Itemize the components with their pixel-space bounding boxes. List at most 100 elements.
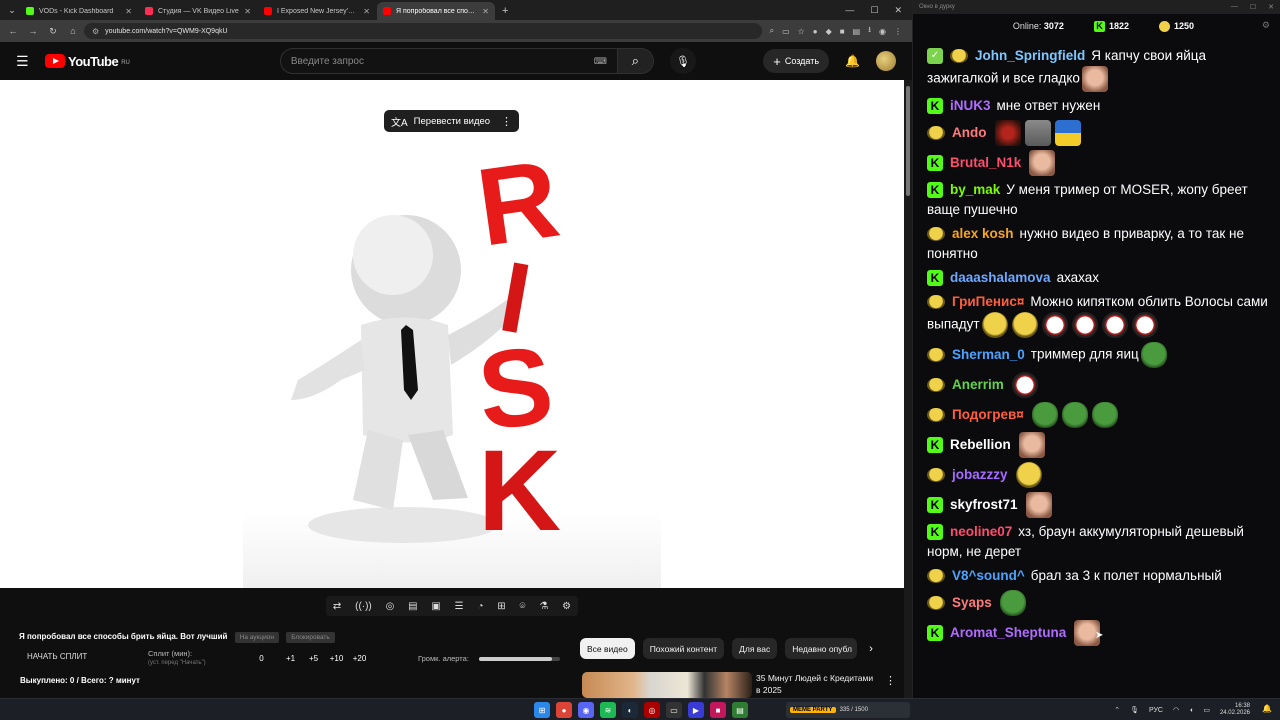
close-window-icon[interactable]: ✕ (894, 5, 902, 16)
chip-recent[interactable]: Недавно опубл (785, 638, 858, 659)
recommendation-item[interactable]: 35 Минут Людей с Кредитами в 2025 (582, 672, 876, 698)
extension-icon-3[interactable]: ■ (840, 27, 845, 36)
zoom-icon[interactable]: ⌕ (770, 26, 774, 36)
new-tab-button[interactable]: + (496, 2, 514, 20)
spotify-icon[interactable]: ≋ (600, 702, 616, 718)
meme-party-widget[interactable]: MEME PARTY 335 / 1500 (786, 702, 910, 718)
browser-tab[interactable]: Студия — VK Видео Live ✕ (139, 2, 257, 20)
tab-close-icon[interactable]: ✕ (363, 7, 370, 16)
page-scrollbar[interactable] (904, 80, 912, 698)
split-add-10-button[interactable]: +10 (325, 654, 348, 663)
chat-username[interactable]: Sherman_0 (952, 347, 1025, 362)
download-icon[interactable]: ⭳ (868, 24, 871, 38)
more-options-icon[interactable]: ⋮ (501, 115, 512, 128)
subtitles-icon[interactable]: ☰ (455, 601, 464, 612)
start-split-button[interactable]: НАЧАТЬ СПЛИТ (27, 652, 87, 661)
visibility-icon[interactable]: ◎ (386, 601, 395, 612)
recommendation-thumbnail[interactable] (582, 672, 752, 698)
wifi-icon[interactable]: ◠ (1173, 706, 1179, 714)
home-icon[interactable]: ⌂ (64, 22, 82, 40)
steam-icon[interactable]: ◐ (622, 702, 638, 718)
pink-app-icon[interactable]: ■ (710, 702, 726, 718)
recommendation-title[interactable]: 35 Минут Людей с Кредитами в 2025 (756, 672, 876, 698)
chat-username[interactable]: Ando (952, 125, 987, 140)
reload-icon[interactable]: ↻ (44, 22, 62, 40)
chat-username[interactable]: iNUK3 (950, 98, 991, 113)
chip-for-you[interactable]: Для вас (732, 638, 778, 659)
chat-username[interactable]: Rebellion (950, 437, 1011, 452)
browser-tab[interactable]: Я попробовал все способ ✕ (377, 2, 495, 20)
browser-tab[interactable]: I Exposed New Jersey's Jewish ✕ (258, 2, 376, 20)
chat-settings-icon[interactable]: ⚙ (1262, 20, 1270, 31)
chat-username[interactable]: daaashalamova (950, 270, 1051, 285)
chip-all-videos[interactable]: Все видео (580, 638, 635, 659)
chat-username[interactable]: ГриПенис¤ (952, 294, 1024, 309)
chat-username[interactable]: Подогрев¤ (952, 407, 1024, 422)
battery-icon[interactable]: ▭ (1203, 706, 1210, 714)
microphone-icon[interactable]: 🎙 (669, 48, 696, 74)
tab-close-icon[interactable]: ✕ (244, 7, 251, 16)
maximize-icon[interactable]: ☐ (870, 5, 878, 16)
split-add-5-button[interactable]: +5 (302, 654, 325, 663)
menu-dots-icon[interactable]: ⋮ (894, 27, 902, 36)
windows-start-icon[interactable]: ⊞ (534, 702, 550, 718)
tray-chevron-icon[interactable]: ⌃ (1114, 706, 1120, 714)
notifications-bell-icon[interactable]: 🔔 (845, 54, 860, 68)
chat-minimize-icon[interactable]: — (1231, 3, 1238, 11)
back-icon[interactable]: ← (4, 22, 22, 40)
split-add-20-button[interactable]: +20 (348, 654, 371, 663)
translate-video-button[interactable]: 文A Перевести видео ⋮ (384, 110, 519, 132)
profile-icon[interactable]: ◉ (879, 27, 886, 36)
chat-username[interactable]: Anerrim (952, 377, 1004, 392)
microphone-tray-icon[interactable]: 🎙 (1130, 706, 1139, 714)
chat-maximize-icon[interactable]: ☐ (1250, 3, 1256, 11)
flask-icon[interactable]: ⚗ (539, 601, 548, 612)
address-bar[interactable]: ⚙ youtube.com/watch?v=QWM9-XQ9qkU (84, 23, 762, 39)
site-info-icon[interactable]: ⚙ (92, 27, 99, 36)
hamburger-menu-icon[interactable]: ☰ (16, 53, 30, 70)
film-icon[interactable]: ▤ (408, 601, 417, 612)
language-indicator[interactable]: РУС (1149, 707, 1163, 714)
chat-username[interactable]: by_mak (950, 182, 1000, 197)
chat-username[interactable]: V8^sound^ (952, 568, 1025, 583)
discord-icon[interactable]: ◉ (578, 702, 594, 718)
youtube-logo[interactable]: YouTube RU (45, 54, 130, 69)
chat-username[interactable]: skyfrost71 (950, 497, 1018, 512)
video-player[interactable]: R I S K 文A Перевести видео ⋮ (0, 80, 904, 588)
bookmark-star-icon[interactable]: ☆ (798, 27, 805, 36)
volume-icon[interactable]: ◖ (1189, 707, 1193, 714)
forward-icon[interactable]: → (24, 22, 42, 40)
add-frame-icon[interactable]: ⊞ (497, 601, 505, 612)
chat-username[interactable]: Brutal_N1k (950, 155, 1021, 170)
loop-icon[interactable]: ⇄ (333, 601, 341, 612)
create-button[interactable]: + Создать (763, 49, 830, 73)
obs-icon[interactable]: ◎ (644, 702, 660, 718)
chat-username[interactable]: Syaps (952, 595, 992, 610)
extension-icon[interactable]: ● (813, 27, 818, 36)
notification-center-icon[interactable]: 🔔 (1262, 704, 1272, 713)
extensions-puzzle-icon[interactable]: ▤ (853, 27, 861, 36)
screenshot-icon[interactable]: ⌾ (520, 601, 526, 612)
block-badge[interactable]: Блокировать (286, 632, 335, 643)
search-icon[interactable]: ⌕ (617, 48, 654, 74)
audio-icon[interactable]: ((·)) (355, 601, 372, 612)
chat-username[interactable]: alex kosh (952, 226, 1014, 241)
auction-badge[interactable]: На аукцион (234, 632, 279, 643)
cast-icon[interactable]: ▭ (782, 27, 790, 36)
media-player-icon[interactable]: ▶ (688, 702, 704, 718)
chrome-icon[interactable]: ● (556, 702, 572, 718)
keyboard-icon[interactable]: ⌨ (594, 56, 607, 67)
chat-username[interactable]: jobazzzy (952, 467, 1008, 482)
chat-close-icon[interactable]: ✕ (1268, 3, 1274, 11)
clock[interactable]: 16:38 24.02.2026 (1220, 703, 1250, 717)
picture-in-picture-icon[interactable]: ▣ (431, 601, 440, 612)
speed-icon[interactable]: ◔ (477, 601, 483, 612)
settings-gear-icon[interactable]: ⚙ (562, 601, 571, 612)
chevron-right-icon[interactable]: › (869, 643, 873, 655)
alert-volume-slider[interactable] (479, 657, 560, 661)
chat-username[interactable]: Aromat_Sheptuna (950, 625, 1066, 640)
app-icon[interactable]: ▭ (666, 702, 682, 718)
chip-similar[interactable]: Похожий контент (642, 638, 725, 659)
tab-close-icon[interactable]: ✕ (482, 7, 489, 16)
search-input[interactable]: Введите запрос ⌨ (279, 48, 618, 74)
